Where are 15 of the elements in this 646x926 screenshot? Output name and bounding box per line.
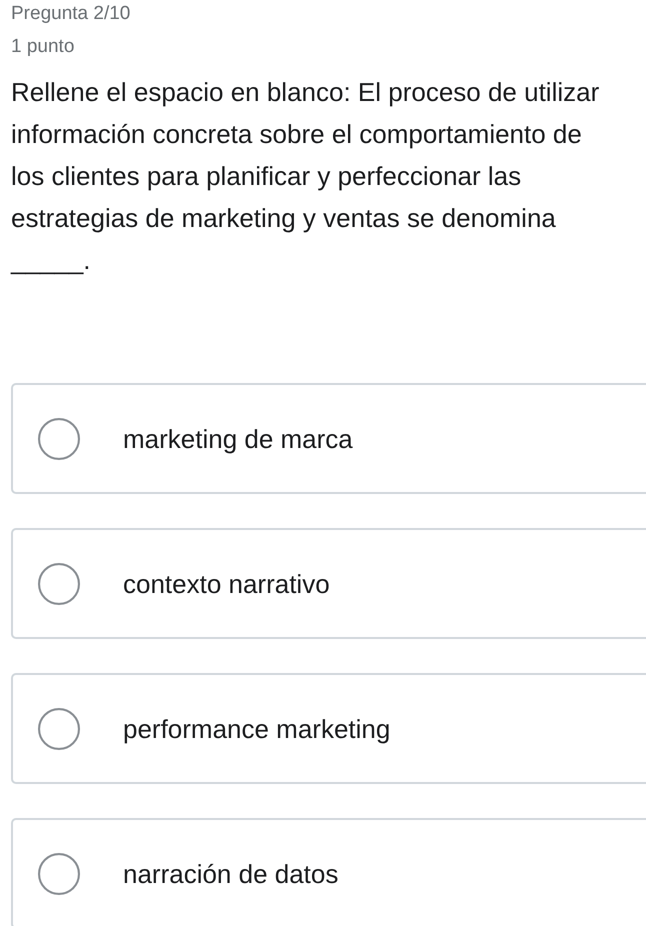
answer-option[interactable]: narración de datos [11,818,646,926]
option-label: narración de datos [123,858,338,890]
answer-option[interactable]: performance marketing [11,673,646,784]
question-number: Pregunta 2/10 [11,2,130,26]
points-label: 1 punto [11,35,74,59]
radio-button-icon[interactable] [38,562,80,604]
option-label: performance marketing [123,712,390,744]
option-label: marketing de marca [123,422,353,454]
answer-option[interactable]: contexto narrativo [11,528,646,639]
question-text: Rellene el espacio en blanco: El proceso de utilizar información concreta sobre el comportamiento de los clientes para planificar y perfeccionar las estrategias de marketing y ventas se denomina _____. [11,76,600,277]
answer-option[interactable]: marketing de marca [11,383,646,494]
option-label: contexto narrativo [123,568,330,600]
radio-button-icon[interactable] [38,418,80,460]
radio-button-icon[interactable] [38,852,80,894]
radio-button-icon[interactable] [38,708,80,750]
